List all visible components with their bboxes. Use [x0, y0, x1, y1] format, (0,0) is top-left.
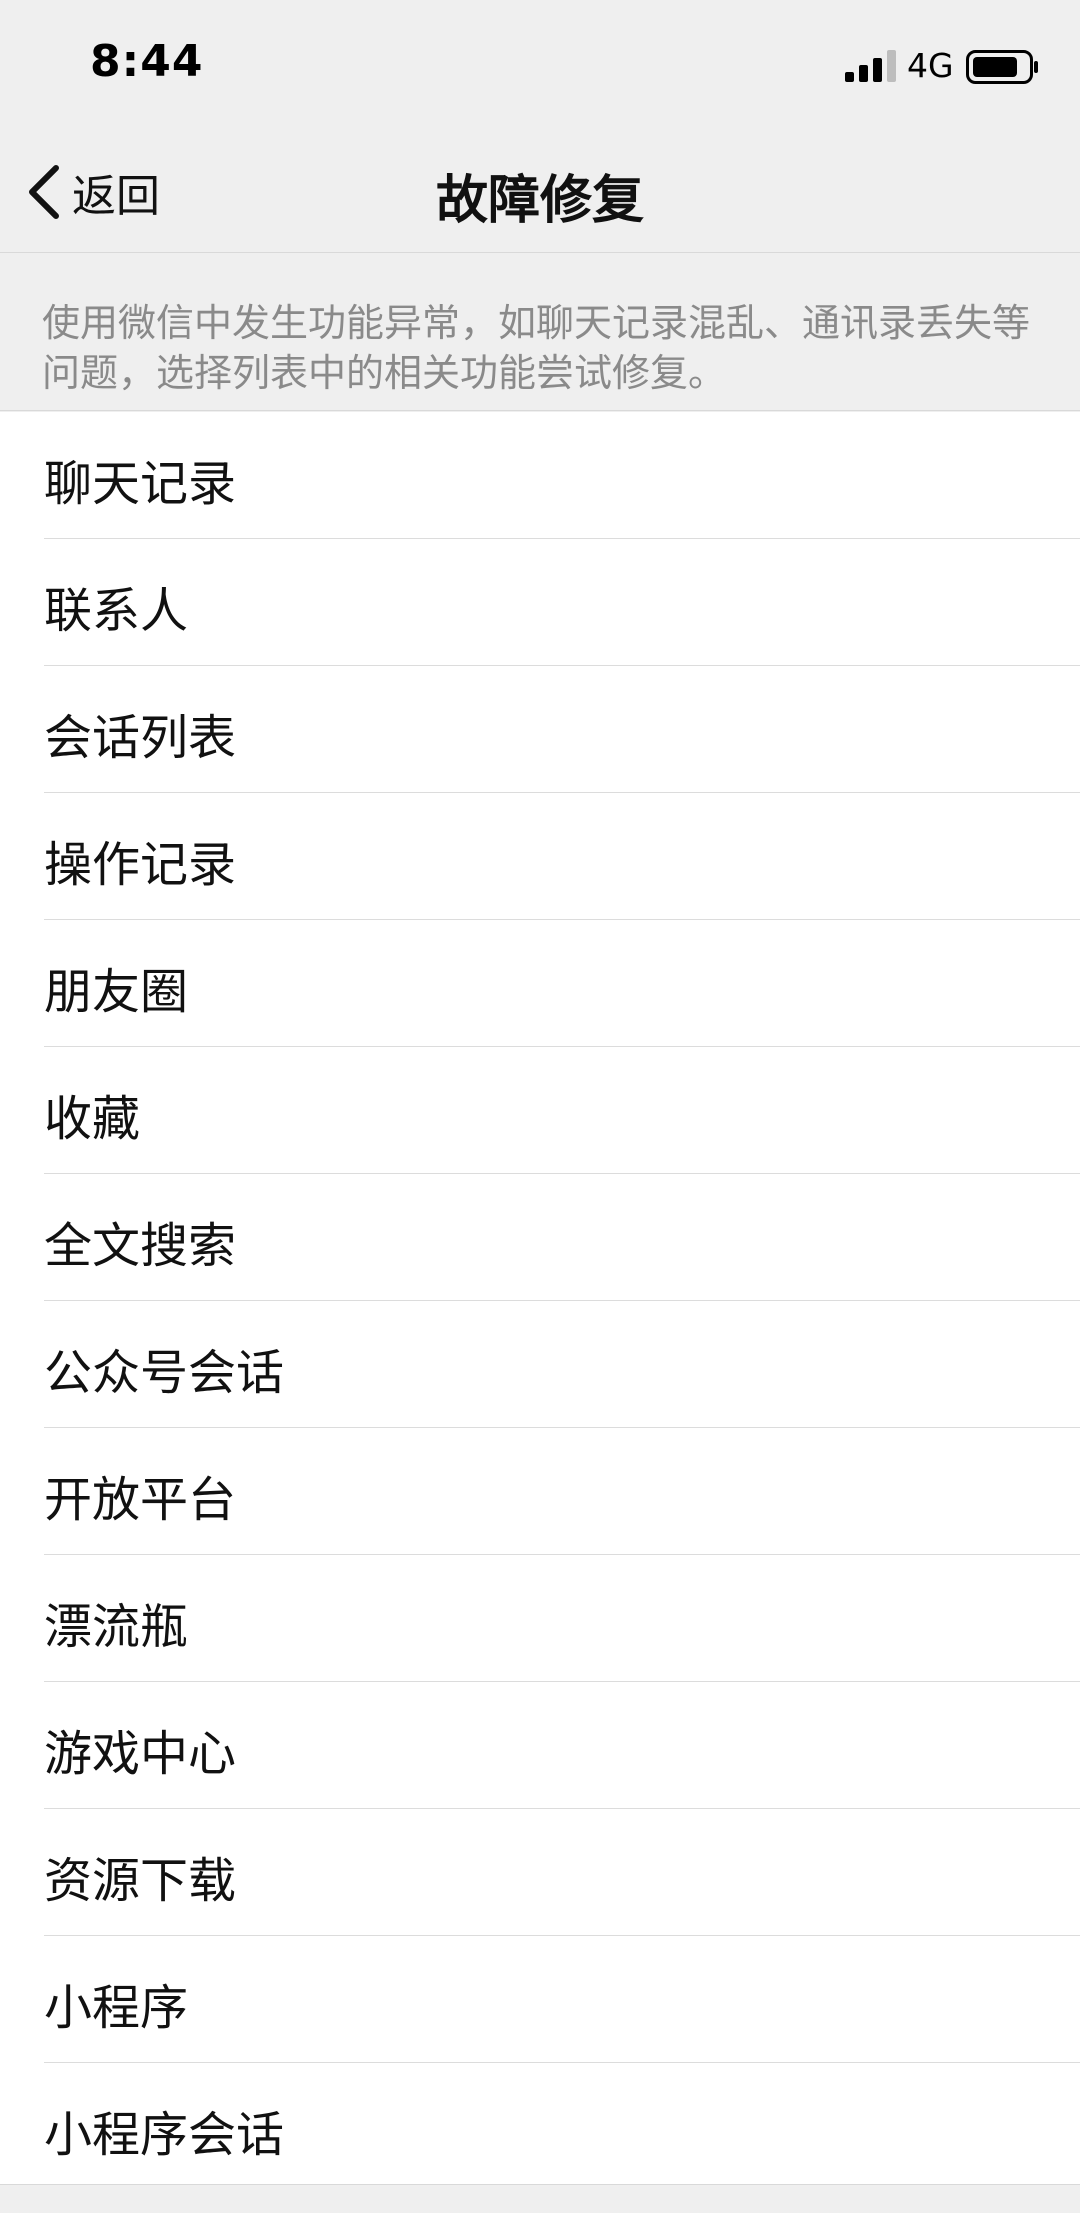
- list-footer-background: [0, 2184, 1080, 2213]
- page-title: 故障修复: [435, 171, 644, 231]
- battery-icon: [966, 50, 1038, 84]
- list-item-label: 资源下载: [44, 1853, 237, 1909]
- list-item-label: 游戏中心: [44, 1726, 237, 1782]
- description-text: 使用微信中发生功能异常，如聊天记录混乱、通讯录丢失等问题，选择列表中的相关功能尝…: [0, 253, 1080, 411]
- cellular-signal-icon: [845, 50, 896, 82]
- list-item-contacts[interactable]: 联系人: [0, 539, 1080, 666]
- list-item-mini-program-chats[interactable]: 小程序会话: [0, 2063, 1080, 2190]
- list-item-label: 收藏: [44, 1091, 141, 1147]
- list-item-label: 全文搜索: [44, 1218, 237, 1274]
- list-item-moments[interactable]: 朋友圈: [0, 920, 1080, 1047]
- network-type-label: 4G: [907, 46, 954, 85]
- list-item-official-account-chats[interactable]: 公众号会话: [0, 1301, 1080, 1428]
- list-item-label: 会话列表: [44, 710, 237, 766]
- list-item-label: 小程序会话: [44, 2107, 285, 2163]
- list-item-label: 联系人: [44, 583, 189, 639]
- list-item-label: 操作记录: [44, 837, 237, 893]
- list-item-chat-list[interactable]: 会话列表: [0, 666, 1080, 793]
- list-item-favorites[interactable]: 收藏: [0, 1047, 1080, 1174]
- list-item-label: 朋友圈: [44, 964, 189, 1020]
- list-item-full-text-search[interactable]: 全文搜索: [0, 1174, 1080, 1301]
- list-item-drift-bottle[interactable]: 漂流瓶: [0, 1555, 1080, 1682]
- list-item-open-platform[interactable]: 开放平台: [0, 1428, 1080, 1555]
- list-item-chat-history[interactable]: 聊天记录: [0, 412, 1080, 539]
- list-item-resource-download[interactable]: 资源下载: [0, 1809, 1080, 1936]
- navigation-bar: 返回 故障修复: [0, 130, 1080, 253]
- list-item-label: 小程序: [44, 1980, 189, 2036]
- list-item-label: 开放平台: [44, 1472, 237, 1528]
- status-time: 8:44: [90, 36, 204, 87]
- status-bar: 8:44 4G: [0, 0, 1080, 130]
- list-item-game-center[interactable]: 游戏中心: [0, 1682, 1080, 1809]
- repair-options-list: 聊天记录 联系人 会话列表 操作记录 朋友圈 收藏 全文搜索 公众号会话 开放平…: [0, 412, 1080, 2184]
- list-item-label: 漂流瓶: [44, 1599, 189, 1655]
- list-item-mini-program[interactable]: 小程序: [0, 1936, 1080, 2063]
- list-item-operation-log[interactable]: 操作记录: [0, 793, 1080, 920]
- list-item-label: 聊天记录: [44, 456, 237, 512]
- list-item-label: 公众号会话: [44, 1345, 285, 1401]
